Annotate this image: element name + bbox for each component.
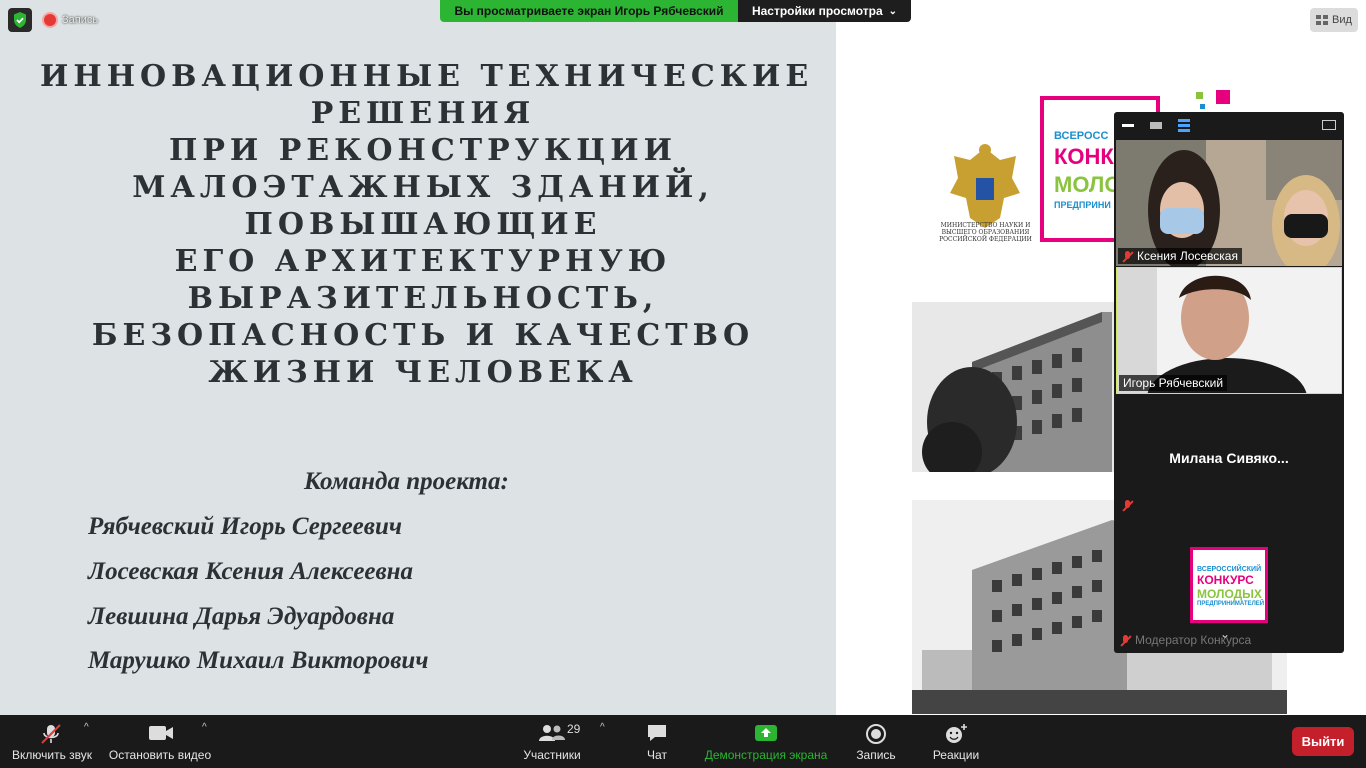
- record-dot-icon: [44, 14, 56, 26]
- logo-square: [1196, 92, 1203, 99]
- title-line: ЖИЗНИ ЧЕЛОВЕКА: [208, 355, 638, 390]
- security-button[interactable]: [8, 8, 32, 32]
- mic-muted-icon: [1120, 634, 1131, 646]
- building-render-image: [912, 302, 1122, 472]
- unmute-button[interactable]: Включить звук: [8, 715, 96, 768]
- logo-text: МОЛОДЫХ: [1197, 587, 1262, 601]
- viewing-banner-text: Вы просматриваете экран Игорь Рябчевский: [440, 0, 738, 22]
- viewing-banner: Вы просматриваете экран Игорь Рябчевский…: [440, 0, 911, 22]
- logo-text: ВСЕРОСС: [1054, 130, 1109, 142]
- view-button-label: Вид: [1332, 14, 1352, 26]
- share-screen-button[interactable]: Демонстрация экрана: [702, 715, 830, 768]
- participant-name: Модератор Конкурса: [1135, 633, 1252, 647]
- title-line: МАЛОЭТАЖНЫХ ЗДАНИЙ,: [132, 170, 714, 205]
- view-options-button[interactable]: Настройки просмотра ⌄: [738, 0, 911, 22]
- recording-indicator[interactable]: Запись: [44, 11, 98, 29]
- ministry-caption: МИНИСТЕРСТВО НАУКИ И ВЫСШЕГО ОБРАЗОВАНИЯ…: [939, 222, 1032, 243]
- participant-video-tile[interactable]: Ксения Лосевская: [1116, 140, 1342, 266]
- participant-name-label: Игорь Рябчевский: [1119, 375, 1228, 391]
- grid-icon: [1316, 15, 1329, 25]
- unmute-label: Включить звук: [11, 748, 93, 762]
- chat-button[interactable]: Чат: [636, 715, 678, 768]
- team-heading: Команда проекта:: [304, 468, 509, 495]
- mic-muted-icon: [1122, 500, 1133, 511]
- title-line: РЕШЕНИЯ: [310, 96, 536, 131]
- stop-video-label: Остановить видео: [108, 748, 212, 762]
- title-line: БЕЗОПАСНОСТЬ И КАЧЕСТВО: [91, 318, 755, 353]
- team-member: Марушко Михаил Викторович: [88, 647, 429, 674]
- mic-muted-icon: [41, 724, 61, 744]
- participants-label: Участники: [523, 748, 581, 762]
- participant-name-centered: Милана Сивяко...: [1169, 450, 1289, 466]
- view-options-label: Настройки просмотра: [751, 4, 883, 18]
- chat-icon: [648, 725, 666, 741]
- record-label: Запись: [856, 748, 896, 762]
- speaker-view-icon[interactable]: [1178, 119, 1190, 132]
- participant-name-label: Ксения Лосевская: [1118, 248, 1242, 264]
- chevron-down-icon: ⌄: [888, 5, 898, 17]
- slide-title: ИННОВАЦИОННЫЕ ТЕХНИЧЕСКИЕ РЕШЕНИЯ ПРИ РЕ…: [40, 58, 814, 391]
- recording-label: Запись: [62, 14, 99, 26]
- minimize-icon[interactable]: [1122, 124, 1134, 127]
- title-line: ЕГО АРХИТЕКТУРНУЮ: [174, 244, 672, 279]
- audio-options-chevron-icon[interactable]: ^: [84, 722, 89, 733]
- title-line: ВЫРАЗИТЕЛЬНОСТЬ,: [187, 281, 659, 316]
- thumbnail-view-icon[interactable]: [1150, 122, 1162, 129]
- mic-muted-indicator: [1122, 498, 1133, 516]
- expand-icon[interactable]: [1322, 120, 1336, 130]
- logo-text: ПРЕДПРИНИ: [1054, 200, 1111, 210]
- participant-name: Игорь Рябчевский: [1123, 376, 1224, 390]
- team-member: Левшина Дарья Эдуардовна: [88, 603, 395, 630]
- participants-count: 29: [567, 722, 581, 736]
- participant-video-tile-active[interactable]: Игорь Рябчевский: [1116, 267, 1342, 394]
- team-member: Лосевская Ксения Алексеевна: [88, 558, 414, 585]
- emoji-add-icon: [946, 724, 967, 743]
- reactions-button[interactable]: Реакции: [928, 715, 984, 768]
- title-line: ПОВЫШАЮЩИЕ: [244, 207, 602, 242]
- share-screen-icon: [755, 725, 777, 741]
- video-options-chevron-icon[interactable]: ^: [202, 722, 207, 733]
- leave-meeting-button[interactable]: Выйти: [1292, 727, 1354, 756]
- participant-name-label: Модератор Конкурса: [1120, 633, 1251, 647]
- logo-text: ПРЕДПРИНИМАТЕЛЕЙ: [1197, 601, 1265, 607]
- logo-square: [1216, 90, 1230, 104]
- participants-icon: [539, 725, 565, 741]
- record-icon: [866, 724, 886, 744]
- logo-text: КОНКУРС: [1197, 573, 1254, 587]
- contest-logo-small: ВСЕРОССИЙСКИЙ КОНКУРС МОЛОДЫХ ПРЕДПРИНИМ…: [1190, 547, 1268, 623]
- shield-icon: [14, 12, 26, 28]
- logo-text: КОНК: [1054, 144, 1114, 169]
- view-button[interactable]: Вид: [1310, 8, 1358, 32]
- mic-muted-icon: [1122, 250, 1133, 262]
- team-member: Рябчевский Игорь Сергеевич: [88, 513, 402, 540]
- participants-options-chevron-icon[interactable]: ^: [600, 722, 605, 733]
- stop-video-button[interactable]: Остановить видео: [108, 715, 212, 768]
- logo-square: [1200, 104, 1205, 109]
- participant-video-tile[interactable]: Милана Сивяко...: [1116, 395, 1342, 522]
- chat-label: Чат: [647, 748, 667, 762]
- participant-name: Ксения Лосевская: [1137, 249, 1238, 263]
- reactions-label: Реакции: [932, 748, 980, 762]
- participant-video-tile[interactable]: ВСЕРОССИЙСКИЙ КОНКУРС МОЛОДЫХ ПРЕДПРИНИМ…: [1116, 523, 1342, 651]
- title-line: ПРИ РЕКОНСТРУКЦИИ: [169, 133, 677, 168]
- title-line: ИННОВАЦИОННЫЕ ТЕХНИЧЕСКИЕ: [40, 59, 814, 94]
- share-screen-label: Демонстрация экрана: [704, 748, 828, 762]
- logo-text: ВСЕРОССИЙСКИЙ: [1197, 566, 1262, 573]
- record-button[interactable]: Запись: [852, 715, 900, 768]
- video-camera-icon: [149, 726, 173, 740]
